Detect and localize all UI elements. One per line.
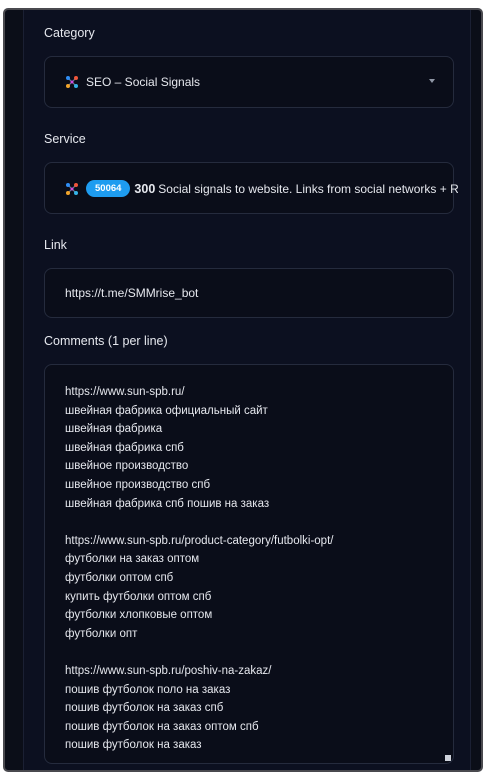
comments-label: Comments (1 per line) (44, 334, 168, 348)
social-network-icon (66, 76, 78, 88)
comments-textarea[interactable]: https://www.sun-spb.ru/ швейная фабрика … (44, 364, 454, 764)
comment-line: купить футболки оптом спб (65, 590, 212, 603)
comment-line: швейная фабрика спб (65, 441, 184, 454)
comment-line: швейная фабрика официальный сайт (65, 404, 268, 417)
app-window: Category SEO – Social Signals Service 50… (3, 8, 483, 772)
comment-line: https://www.sun-spb.ru/ (65, 386, 185, 398)
chevron-down-icon (429, 79, 435, 83)
comment-line: футболки опт (65, 627, 138, 640)
comment-line: https://www.sun-spb.ru/product-category/… (65, 534, 334, 547)
link-value: https://t.me/SMMrise_bot (65, 286, 199, 300)
comment-line: футболки хлопковые оптом (65, 609, 213, 622)
category-select[interactable]: SEO – Social Signals (44, 56, 454, 108)
comment-line: пошив футболок на заказ оптом спб (65, 720, 259, 733)
service-id-badge: 50064 (86, 180, 131, 197)
service-label: Service (44, 132, 86, 146)
comment-line: пошив футболок на заказ (65, 739, 202, 752)
category-label: Category (44, 26, 95, 40)
comment-line: швейное производство (65, 460, 189, 473)
link-input[interactable]: https://t.me/SMMrise_bot (44, 268, 454, 318)
service-select[interactable]: 50064 300 Social signals to website. Lin… (44, 162, 458, 214)
link-label: Link (44, 238, 67, 252)
social-network-icon (66, 182, 78, 195)
comment-line (65, 513, 333, 532)
comment-line (65, 643, 333, 662)
comment-line: пошив футболок поло на заказ (65, 683, 231, 696)
comment-line: швейная фабрика спб пошив на заказ (65, 497, 270, 510)
comments-content: https://www.sun-spb.ru/ швейная фабрика … (65, 383, 333, 755)
resize-handle[interactable] (445, 755, 451, 761)
service-count: 300 (134, 181, 156, 196)
order-form: Category SEO – Social Signals Service 50… (23, 10, 471, 770)
comment-line: https://www.sun-spb.ru/poshiv-na-zakaz/ (65, 664, 272, 677)
service-description: Social signals to website. Links from so… (158, 181, 459, 196)
comment-line: швейная фабрика (65, 423, 163, 436)
comment-line: футболки оптом спб (65, 571, 174, 584)
comment-line: швейное производство спб (65, 478, 211, 491)
comment-line: пошив футболок на заказ спб (65, 702, 224, 715)
category-value: SEO – Social Signals (86, 75, 201, 89)
comment-line: футболки на заказ оптом (65, 553, 200, 566)
